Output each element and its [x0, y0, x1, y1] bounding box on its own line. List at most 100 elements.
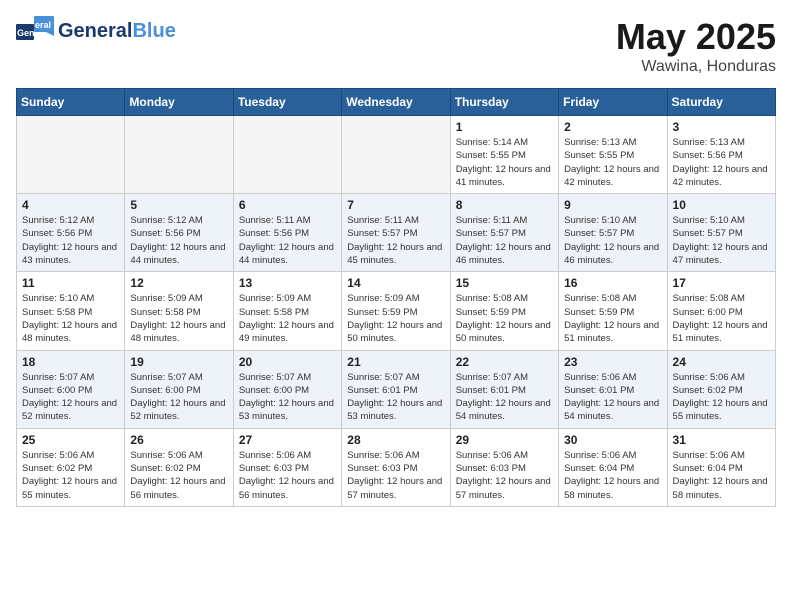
day-detail: Sunrise: 5:09 AMSunset: 5:58 PMDaylight:…	[239, 292, 336, 345]
day-detail: Sunrise: 5:06 AMSunset: 6:02 PMDaylight:…	[673, 371, 770, 424]
calendar-cell-5-7: 31Sunrise: 5:06 AMSunset: 6:04 PMDayligh…	[667, 428, 775, 506]
day-number: 29	[456, 433, 553, 447]
day-number: 20	[239, 355, 336, 369]
calendar-cell-1-5: 1 Sunrise: 5:14 AMSunset: 5:55 PMDaylight…	[450, 116, 558, 194]
weekday-header-sunday: Sunday	[17, 89, 125, 116]
day-number: 26	[130, 433, 227, 447]
day-detail: Sunrise: 5:12 AMSunset: 5:56 PMDaylight:…	[22, 214, 119, 267]
day-number: 9	[564, 198, 661, 212]
day-detail: Sunrise: 5:14 AMSunset: 5:55 PMDaylight:…	[456, 136, 553, 189]
calendar-week-3: 11 Sunrise: 5:10 AMSunset: 5:58 PMDayligh…	[17, 272, 776, 350]
day-number: 7	[347, 198, 444, 212]
day-number: 17	[673, 276, 770, 290]
day-number: 25	[22, 433, 119, 447]
day-number: 30	[564, 433, 661, 447]
day-number: 23	[564, 355, 661, 369]
title-block: May 2025 Wawina, Honduras	[616, 16, 776, 76]
calendar-cell-3-1: 11 Sunrise: 5:10 AMSunset: 5:58 PMDayligh…	[17, 272, 125, 350]
day-detail: Sunrise: 5:06 AMSunset: 6:02 PMDaylight:…	[22, 449, 119, 502]
day-detail: Sunrise: 5:08 AMSunset: 5:59 PMDaylight:…	[456, 292, 553, 345]
day-number: 24	[673, 355, 770, 369]
day-number: 21	[347, 355, 444, 369]
day-detail: Sunrise: 5:11 AMSunset: 5:57 PMDaylight:…	[347, 214, 444, 267]
calendar-cell-2-3: 6 Sunrise: 5:11 AMSunset: 5:56 PMDaylight…	[233, 194, 341, 272]
svg-text:Gen: Gen	[17, 28, 35, 38]
weekday-header-tuesday: Tuesday	[233, 89, 341, 116]
day-detail: Sunrise: 5:06 AMSunset: 6:02 PMDaylight:…	[130, 449, 227, 502]
day-number: 10	[673, 198, 770, 212]
day-number: 16	[564, 276, 661, 290]
day-detail: Sunrise: 5:06 AMSunset: 6:03 PMDaylight:…	[239, 449, 336, 502]
day-detail: Sunrise: 5:10 AMSunset: 5:58 PMDaylight:…	[22, 292, 119, 345]
day-detail: Sunrise: 5:06 AMSunset: 6:03 PMDaylight:…	[347, 449, 444, 502]
day-detail: Sunrise: 5:11 AMSunset: 5:57 PMDaylight:…	[456, 214, 553, 267]
day-detail: Sunrise: 5:06 AMSunset: 6:04 PMDaylight:…	[673, 449, 770, 502]
weekday-header-thursday: Thursday	[450, 89, 558, 116]
logo-text: GeneralBlue	[58, 20, 176, 42]
day-detail: Sunrise: 5:13 AMSunset: 5:55 PMDaylight:…	[564, 136, 661, 189]
day-detail: Sunrise: 5:07 AMSunset: 6:01 PMDaylight:…	[347, 371, 444, 424]
day-detail: Sunrise: 5:13 AMSunset: 5:56 PMDaylight:…	[673, 136, 770, 189]
calendar-cell-1-1	[17, 116, 125, 194]
day-number: 4	[22, 198, 119, 212]
calendar-week-1: 1 Sunrise: 5:14 AMSunset: 5:55 PMDaylight…	[17, 116, 776, 194]
svg-text:eral: eral	[35, 20, 51, 30]
calendar-cell-4-3: 20 Sunrise: 5:07 AMSunset: 6:00 PMDayligh…	[233, 350, 341, 428]
calendar-cell-5-1: 25 Sunrise: 5:06 AMSunset: 6:02 PMDayligh…	[17, 428, 125, 506]
day-detail: Sunrise: 5:08 AMSunset: 5:59 PMDaylight:…	[564, 292, 661, 345]
calendar-week-4: 18 Sunrise: 5:07 AMSunset: 6:00 PMDayligh…	[17, 350, 776, 428]
day-number: 2	[564, 120, 661, 134]
calendar-cell-4-1: 18 Sunrise: 5:07 AMSunset: 6:00 PMDayligh…	[17, 350, 125, 428]
month-year-title: May 2025	[616, 16, 776, 58]
weekday-header-saturday: Saturday	[667, 89, 775, 116]
calendar-cell-2-6: 9Sunrise: 5:10 AMSunset: 5:57 PMDaylight…	[559, 194, 667, 272]
day-detail: Sunrise: 5:07 AMSunset: 6:00 PMDaylight:…	[239, 371, 336, 424]
calendar-cell-3-6: 16 Sunrise: 5:08 AMSunset: 5:59 PMDayligh…	[559, 272, 667, 350]
calendar-cell-3-4: 14 Sunrise: 5:09 AMSunset: 5:59 PMDayligh…	[342, 272, 450, 350]
weekday-header-friday: Friday	[559, 89, 667, 116]
day-number: 27	[239, 433, 336, 447]
calendar-cell-1-2	[125, 116, 233, 194]
calendar-table: SundayMondayTuesdayWednesdayThursdayFrid…	[16, 88, 776, 507]
day-number: 14	[347, 276, 444, 290]
calendar-cell-3-2: 12 Sunrise: 5:09 AMSunset: 5:58 PMDayligh…	[125, 272, 233, 350]
day-detail: Sunrise: 5:09 AMSunset: 5:58 PMDaylight:…	[130, 292, 227, 345]
logo: Gen eral GeneralBlue	[16, 16, 176, 46]
day-detail: Sunrise: 5:07 AMSunset: 6:00 PMDaylight:…	[22, 371, 119, 424]
calendar-week-5: 25 Sunrise: 5:06 AMSunset: 6:02 PMDayligh…	[17, 428, 776, 506]
day-number: 22	[456, 355, 553, 369]
day-number: 18	[22, 355, 119, 369]
calendar-cell-5-3: 27 Sunrise: 5:06 AMSunset: 6:03 PMDayligh…	[233, 428, 341, 506]
day-number: 11	[22, 276, 119, 290]
calendar-cell-4-6: 23 Sunrise: 5:06 AMSunset: 6:01 PMDayligh…	[559, 350, 667, 428]
calendar-cell-2-4: 7 Sunrise: 5:11 AMSunset: 5:57 PMDaylight…	[342, 194, 450, 272]
calendar-cell-1-3	[233, 116, 341, 194]
day-number: 19	[130, 355, 227, 369]
day-detail: Sunrise: 5:06 AMSunset: 6:04 PMDaylight:…	[564, 449, 661, 502]
calendar-cell-5-6: 30 Sunrise: 5:06 AMSunset: 6:04 PMDayligh…	[559, 428, 667, 506]
calendar-header-row: SundayMondayTuesdayWednesdayThursdayFrid…	[17, 89, 776, 116]
day-number: 1	[456, 120, 553, 134]
calendar-cell-5-2: 26 Sunrise: 5:06 AMSunset: 6:02 PMDayligh…	[125, 428, 233, 506]
calendar-cell-2-2: 5Sunrise: 5:12 AMSunset: 5:56 PMDaylight…	[125, 194, 233, 272]
day-detail: Sunrise: 5:06 AMSunset: 6:03 PMDaylight:…	[456, 449, 553, 502]
day-detail: Sunrise: 5:08 AMSunset: 6:00 PMDaylight:…	[673, 292, 770, 345]
day-detail: Sunrise: 5:06 AMSunset: 6:01 PMDaylight:…	[564, 371, 661, 424]
calendar-cell-2-7: 10 Sunrise: 5:10 AMSunset: 5:57 PMDayligh…	[667, 194, 775, 272]
day-detail: Sunrise: 5:09 AMSunset: 5:59 PMDaylight:…	[347, 292, 444, 345]
day-detail: Sunrise: 5:11 AMSunset: 5:56 PMDaylight:…	[239, 214, 336, 267]
calendar-cell-5-4: 28 Sunrise: 5:06 AMSunset: 6:03 PMDayligh…	[342, 428, 450, 506]
calendar-cell-4-2: 19Sunrise: 5:07 AMSunset: 6:00 PMDayligh…	[125, 350, 233, 428]
weekday-header-monday: Monday	[125, 89, 233, 116]
day-number: 15	[456, 276, 553, 290]
day-detail: Sunrise: 5:07 AMSunset: 6:01 PMDaylight:…	[456, 371, 553, 424]
day-number: 12	[130, 276, 227, 290]
calendar-cell-4-5: 22 Sunrise: 5:07 AMSunset: 6:01 PMDayligh…	[450, 350, 558, 428]
day-detail: Sunrise: 5:10 AMSunset: 5:57 PMDaylight:…	[673, 214, 770, 267]
calendar-cell-2-1: 4 Sunrise: 5:12 AMSunset: 5:56 PMDaylight…	[17, 194, 125, 272]
day-number: 6	[239, 198, 336, 212]
weekday-header-wednesday: Wednesday	[342, 89, 450, 116]
calendar-cell-1-7: 3Sunrise: 5:13 AMSunset: 5:56 PMDaylight…	[667, 116, 775, 194]
calendar-cell-3-3: 13Sunrise: 5:09 AMSunset: 5:58 PMDayligh…	[233, 272, 341, 350]
day-number: 28	[347, 433, 444, 447]
